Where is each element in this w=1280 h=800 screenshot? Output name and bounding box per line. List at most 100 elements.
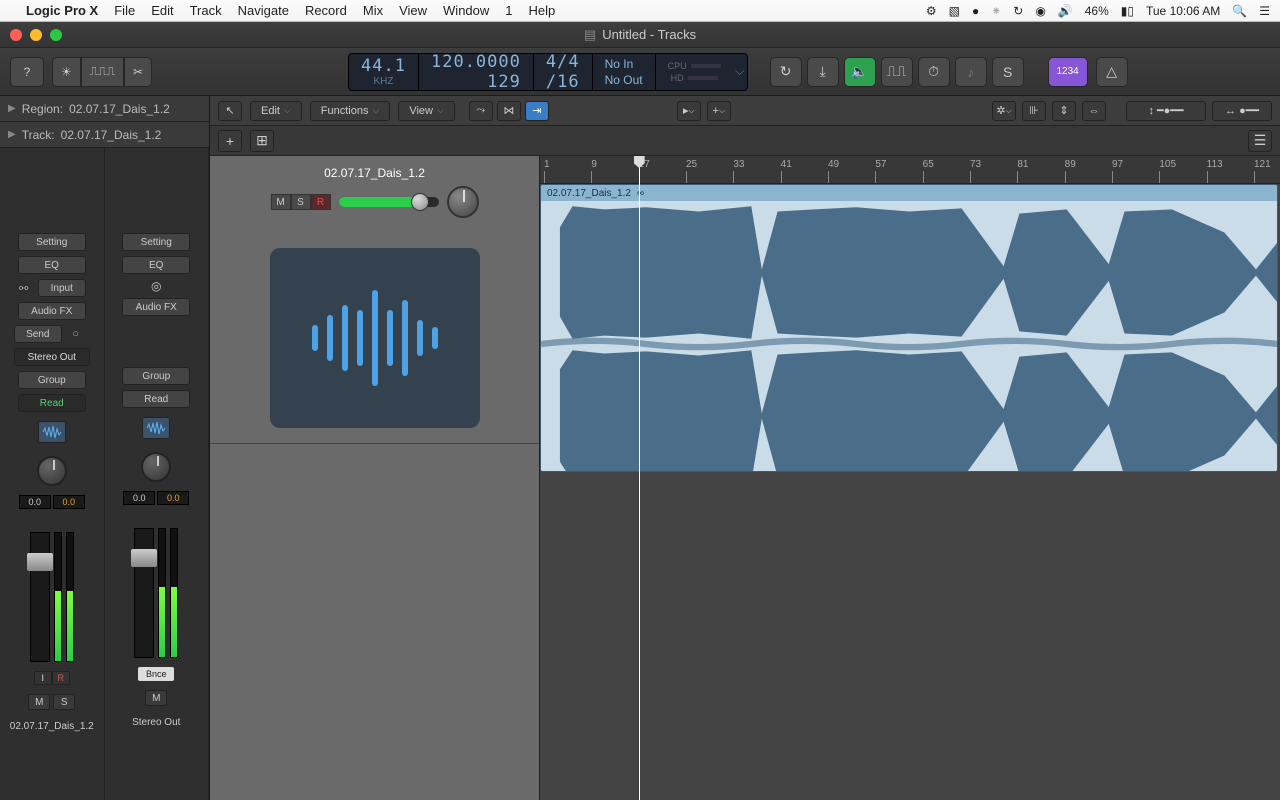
window-zoom[interactable] [50,29,62,41]
window-close[interactable] [10,29,22,41]
inspector-track-header[interactable]: ▶ Track: 02.07.17_Dais_1.2 [0,122,209,148]
group-button[interactable]: Group [18,371,86,389]
inspector-region-header[interactable]: ▶ Region: 02.07.17_Dais_1.2 [0,96,209,122]
status-icon-1[interactable]: ⚙ [926,4,937,18]
menu-view[interactable]: View [399,3,427,18]
bounce-button[interactable]: Bnce [138,667,174,681]
setting-button[interactable]: Setting [122,233,190,251]
window-minimize[interactable] [30,29,42,41]
cycle-button[interactable]: ↻ [770,57,802,87]
metronome-button[interactable]: △ [1096,57,1128,87]
app-menu[interactable]: Logic Pro X [26,3,98,18]
edit-menu[interactable]: Edit⌵ [250,101,302,121]
mute-button[interactable]: M [145,690,167,706]
sync-button[interactable]: S [992,57,1024,87]
pointer-tool-icon[interactable]: ↖ [218,101,242,121]
lcd-performance[interactable]: CPU HD [656,54,733,90]
menu-icon[interactable]: ☰ [1259,4,1270,18]
tuner-button[interactable]: ⎍⎍ [881,57,913,87]
volume-fader[interactable] [134,528,154,658]
help-button[interactable]: ? [10,57,44,87]
lcd-tempo[interactable]: 120.0000 129 [419,54,534,90]
lcd-samplerate[interactable]: 44.1 KHZ [349,54,419,90]
add-track-button[interactable]: + [218,130,242,152]
input-button[interactable]: Input [38,279,86,297]
snap-menu[interactable]: ✲⌵ [992,101,1016,121]
vzoom-slider[interactable]: ↕ ━●━━ [1126,101,1206,121]
spotlight-icon[interactable]: 🔍 [1232,4,1247,18]
record-button[interactable]: R [311,194,331,210]
lcd-io[interactable]: No In No Out [593,54,656,90]
replace-button[interactable]: ⤓ [807,57,839,87]
menu-file[interactable]: File [114,3,135,18]
battery-icon[interactable]: ▮▯ [1121,4,1134,18]
eq-button[interactable]: EQ [18,256,86,274]
functions-menu[interactable]: Functions⌵ [310,101,391,121]
timemachine-icon[interactable]: ↻ [1013,4,1023,18]
send-knob-icon[interactable]: ○ [66,326,86,342]
stereo-icon[interactable]: ◎ [151,279,161,293]
status-icon-cloud[interactable]: ● [972,4,979,18]
flex-icon[interactable]: ⋈ [497,101,521,121]
arrange-area[interactable]: 191725334149576573818997105113121 02.07.… [540,156,1280,800]
editors-button[interactable]: ✂ [124,57,152,87]
zoom-vertical[interactable]: ⇕ [1052,101,1076,121]
duplicate-track-button[interactable]: ⊞ [250,130,274,152]
track-icon-small[interactable] [142,417,170,439]
menu-navigate[interactable]: Navigate [238,3,289,18]
menu-1[interactable]: 1 [505,3,512,18]
menu-record[interactable]: Record [305,3,347,18]
output-button[interactable]: Stereo Out [14,348,90,366]
playhead[interactable] [639,156,640,800]
mixer-button[interactable]: ⎍⎍⎍ [81,57,124,87]
input-monitor-button[interactable]: I [34,671,52,685]
tempo-button[interactable]: ⏱ [918,57,950,87]
track-header-row[interactable]: 02.07.17_Dais_1.2 M S R [210,156,539,444]
automation-read-button[interactable]: Read [18,394,86,412]
pan-knob[interactable] [141,452,171,482]
lcd-signature[interactable]: 4/4 /16 [534,54,593,90]
automation-icon[interactable]: ⤳ [469,101,493,121]
catch-icon[interactable]: ⇥ [525,101,549,121]
solo-button[interactable]: ♪ [955,57,987,87]
send-button[interactable]: Send [14,325,62,343]
audiofx-button[interactable]: Audio FX [122,298,190,316]
volume-fader[interactable] [30,532,50,662]
waveform-zoom[interactable]: ⊪ [1022,101,1046,121]
bar-ruler[interactable]: 191725334149576573818997105113121 [540,156,1280,184]
menu-window[interactable]: Window [443,3,489,18]
solo-button[interactable]: S [53,694,75,710]
audiofx-button[interactable]: Audio FX [18,302,86,320]
global-tracks-button[interactable]: ☰ [1248,130,1272,152]
automation-read-button[interactable]: Read [122,390,190,408]
lcd-dropdown[interactable]: ⌵ [733,54,747,90]
menu-edit[interactable]: Edit [151,3,173,18]
volume-slider[interactable] [339,197,439,207]
menu-help[interactable]: Help [529,3,556,18]
view-menu[interactable]: View⌵ [398,101,454,121]
wifi-icon[interactable]: ◉ [1035,4,1045,18]
volume-icon[interactable]: 🔊 [1058,4,1073,18]
mute-button[interactable]: M [271,194,291,210]
pointer-tool[interactable]: ▸⌵ [677,101,701,121]
setting-button[interactable]: Setting [18,233,86,251]
mute-button[interactable]: M [28,694,50,710]
pan-knob[interactable] [37,456,67,486]
track-icon-small[interactable] [38,421,66,443]
record-enable-button[interactable]: R [52,671,70,685]
low-latency-button[interactable]: 🔈 [844,57,876,87]
solo-button[interactable]: S [291,194,311,210]
group-button[interactable]: Group [122,367,190,385]
bluetooth-icon[interactable]: ⁕ [991,4,1001,18]
clock[interactable]: Tue 10:06 AM [1146,4,1220,18]
zoom-horizontal[interactable]: ⇔ [1082,101,1106,121]
pan-knob[interactable] [447,186,479,218]
smart-controls-button[interactable]: ☀ [52,57,81,87]
menu-track[interactable]: Track [190,3,222,18]
link-icon[interactable]: ⚯ [14,280,34,296]
count-in-button[interactable]: 1234 [1048,57,1088,87]
menu-mix[interactable]: Mix [363,3,383,18]
hzoom-slider[interactable]: ↔ ●━━ [1212,101,1272,121]
eq-button[interactable]: EQ [122,256,190,274]
status-icon-2[interactable]: ▧ [949,4,960,18]
